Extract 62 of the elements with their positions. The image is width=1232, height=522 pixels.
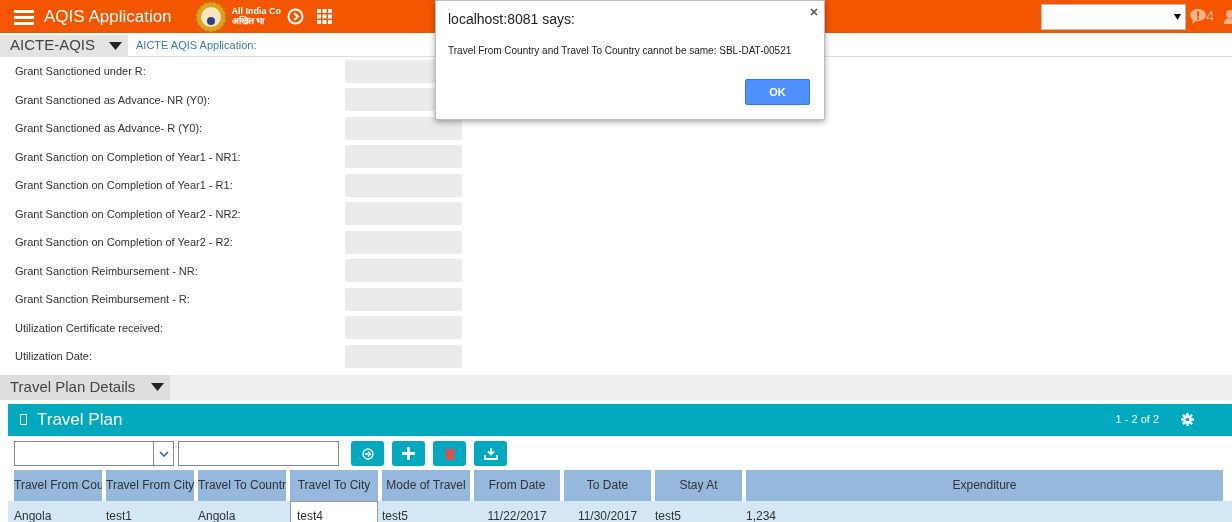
- logo-text: अखिल भा: [231, 16, 266, 26]
- applet-icon: [20, 414, 27, 425]
- download-icon: [483, 447, 498, 460]
- user-icon[interactable]: [1224, 9, 1232, 24]
- settings-icon[interactable]: [1181, 413, 1194, 426]
- table-cell-text: test1: [106, 507, 133, 522]
- record-count: 1 - 2 of 2: [1115, 412, 1159, 428]
- menu-icon[interactable]: [14, 8, 34, 25]
- search-dropdown[interactable]: [1040, 3, 1186, 30]
- section-toggle[interactable]: Travel Plan Details: [0, 374, 171, 400]
- column-header[interactable]: From Date: [474, 469, 560, 501]
- field-label: Grant Sanctioned under R:: [14, 64, 147, 79]
- dialog-title: localhost:8081 says:: [448, 10, 575, 29]
- table-cell-text: Angola: [198, 507, 237, 522]
- go-icon[interactable]: [287, 8, 305, 25]
- table-cell-text: 1,234: [746, 507, 778, 522]
- new-record-button[interactable]: [392, 441, 425, 466]
- table-cell-text: test5: [655, 507, 682, 522]
- field-label: Utilization Date:: [14, 349, 94, 364]
- chevron-down-icon: [158, 450, 169, 457]
- column-header[interactable]: Travel To City: [290, 469, 378, 501]
- field-label: Grant Sanction on Completion of Year2 - NR2:: [14, 206, 242, 222]
- field-label: Grant Sanction Reimbursement - R:: [14, 292, 191, 307]
- column-header[interactable]: Stay At: [655, 469, 742, 501]
- field-label: Grant Sanctioned as Advance- NR (Y0):: [14, 92, 212, 108]
- column-header[interactable]: Expenditure: [746, 469, 1223, 501]
- trash-icon: [444, 447, 455, 460]
- screen-dropdown[interactable]: AICTE-AQIS: [0, 34, 128, 57]
- delete-button[interactable]: [433, 441, 466, 466]
- export-button[interactable]: [474, 441, 507, 466]
- input-field[interactable]: test4: [290, 500, 378, 522]
- column-header[interactable]: Mode of Travel: [382, 469, 470, 501]
- table-cell-text: 11/22/2017: [486, 507, 548, 522]
- table-cell-text: Angola: [14, 507, 53, 522]
- caret-icon: [109, 41, 122, 50]
- dropdown-caret-icon: [1173, 13, 1181, 20]
- table-cell-text: 11/30/2017: [576, 507, 639, 522]
- logo-text: All India Co: [231, 7, 282, 17]
- applet-title: Travel Plan: [37, 408, 123, 431]
- caret-icon: [151, 383, 165, 391]
- search-field[interactable]: [178, 441, 339, 466]
- dialog-message: Travel From Country and Travel To Country cannot be same: SBL-DAT-00521: [448, 44, 793, 58]
- query-dropdown[interactable]: [14, 441, 174, 466]
- column-header[interactable]: Travel To Countr: [198, 469, 286, 501]
- go-icon: [361, 447, 374, 460]
- field-label: Grant Sanction on Completion of Year1 - NR1:: [14, 149, 242, 165]
- go-button[interactable]: [351, 441, 384, 466]
- emblem-icon: [193, 0, 228, 33]
- column-header[interactable]: Travel From City: [106, 469, 194, 501]
- field-label: Grant Sanction Reimbursement - NR:: [14, 263, 199, 279]
- field-label: Grant Sanction on Completion of Year1 - R1:: [14, 178, 234, 193]
- app-title: AQIS Application: [44, 5, 172, 28]
- column-header[interactable]: To Date: [564, 469, 651, 501]
- field-label: Utilization Certificate received:: [14, 320, 164, 336]
- input-field[interactable]: [345, 116, 462, 140]
- apps-grid-icon[interactable]: [317, 9, 333, 24]
- field-label: Grant Sanctioned as Advance- R (Y0):: [14, 121, 204, 136]
- column-header[interactable]: Travel From Cou: [14, 469, 102, 501]
- plus-icon: [402, 447, 415, 460]
- view-link[interactable]: AICTE AQIS Application:: [136, 37, 257, 54]
- table-cell-text: test5: [382, 507, 409, 522]
- field-label: Grant Sanction on Completion of Year2 - R2:: [14, 235, 234, 250]
